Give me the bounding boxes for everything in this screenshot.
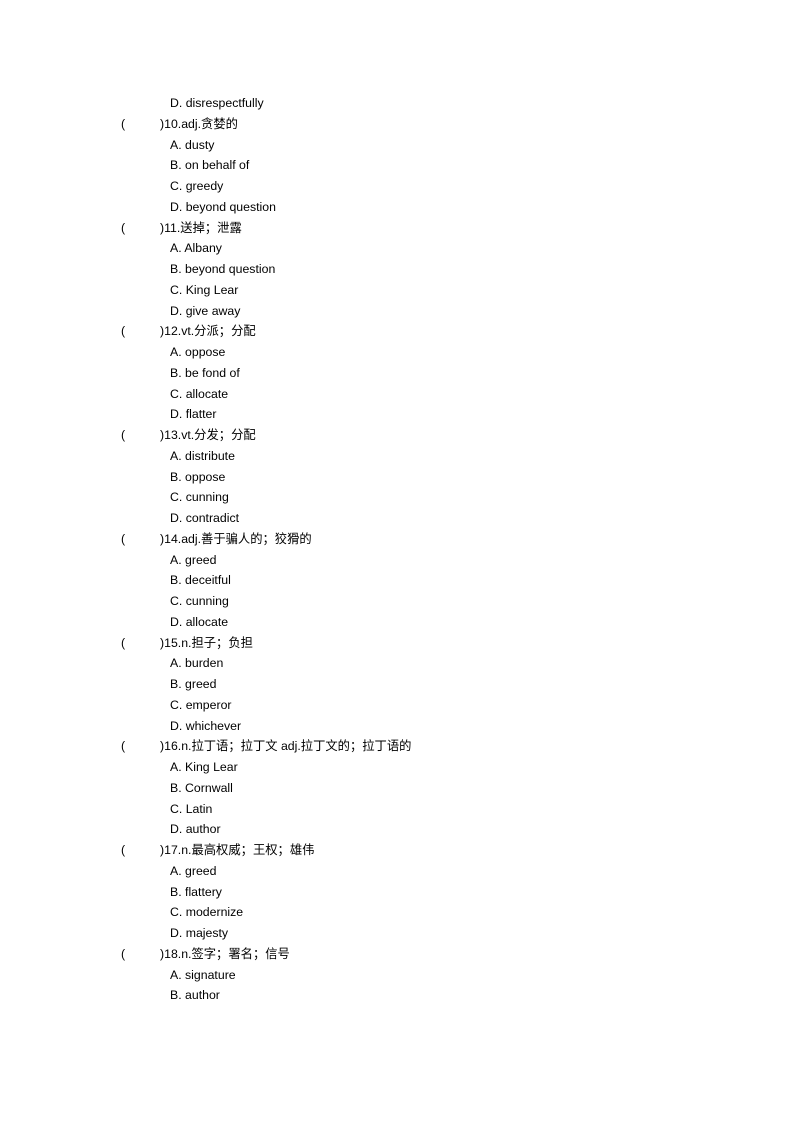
answer-blank-open-paren[interactable]: ( <box>121 944 160 965</box>
answer-blank-open-paren[interactable]: ( <box>121 840 160 861</box>
question-text: 11.送掉；泄露 <box>164 220 242 235</box>
question-stem: ()12.vt.分派；分配 <box>121 321 721 342</box>
answer-option[interactable]: B. on behalf of <box>121 155 721 176</box>
answer-option[interactable]: A. greed <box>121 861 721 882</box>
question-text: 12.vt.分派；分配 <box>164 324 256 339</box>
answer-option[interactable]: C. King Lear <box>121 280 721 301</box>
answer-option[interactable]: C. greedy <box>121 176 721 197</box>
question-text: 13.vt.分发；分配 <box>164 428 256 442</box>
answer-option[interactable]: B. author <box>121 985 721 1006</box>
answer-option[interactable]: B. be fond of <box>121 363 721 384</box>
answer-blank-open-paren[interactable]: ( <box>121 114 160 135</box>
question-list: ()10.adj.贪婪的 A. dusty B. on behalf of C. gr… <box>121 114 721 1006</box>
question-text: 15.n.担子；负担 <box>164 635 253 650</box>
continued-option: D. disrespectfully <box>170 96 264 110</box>
answer-blank-open-paren[interactable]: ( <box>121 529 160 550</box>
answer-option[interactable]: B. flattery <box>121 882 721 903</box>
document-page: D. disrespectfully ()10.adj.贪婪的 A. dusty B… <box>0 0 794 1123</box>
answer-option[interactable]: A. King Lear <box>121 757 721 778</box>
question-text: 18.n.签字；署名；信号 <box>164 946 290 961</box>
answer-blank-open-paren[interactable]: ( <box>121 218 160 239</box>
answer-option[interactable]: B. Cornwall <box>121 778 721 799</box>
answer-option[interactable]: A. Albany <box>121 238 721 259</box>
answer-option[interactable]: D. beyond question <box>121 197 721 218</box>
question-stem: ()15.n.担子；负担 <box>121 633 721 654</box>
answer-option[interactable]: A. signature <box>121 965 721 986</box>
answer-option[interactable]: C. cunning <box>121 487 721 508</box>
answer-option[interactable]: A. dusty <box>121 135 721 156</box>
quiz-content: D. disrespectfully ()10.adj.贪婪的 A. dusty B… <box>121 93 721 1006</box>
answer-option[interactable]: C. Latin <box>121 799 721 820</box>
answer-blank-open-paren[interactable]: ( <box>121 321 160 342</box>
question-stem: ()13.vt.分发；分配 <box>121 425 721 446</box>
answer-option[interactable]: D. allocate <box>121 612 721 633</box>
question-stem: ()14.adj.善于骗人的；狡猾的 <box>121 529 721 550</box>
answer-option[interactable]: B. beyond question <box>121 259 721 280</box>
question-stem: ()11.送掉；泄露 <box>121 218 721 239</box>
answer-option[interactable]: A. distribute <box>121 446 721 467</box>
answer-option[interactable]: D. flatter <box>121 404 721 425</box>
answer-option[interactable]: B. greed <box>121 674 721 695</box>
answer-option[interactable]: D. whichever <box>121 716 721 737</box>
answer-option[interactable]: D. give away <box>121 301 721 322</box>
answer-option[interactable]: B. oppose <box>121 467 721 488</box>
question-stem: ()10.adj.贪婪的 <box>121 114 721 135</box>
answer-option[interactable]: C. cunning <box>121 591 721 612</box>
answer-option[interactable]: C. allocate <box>121 384 721 405</box>
answer-option[interactable]: B. deceitful <box>121 570 721 591</box>
question-text: 10.adj.贪婪的 <box>164 116 238 131</box>
answer-option[interactable]: C. modernize <box>121 902 721 923</box>
question-stem: ()18.n.签字；署名；信号 <box>121 944 721 965</box>
question-text: 16.n.拉丁语；拉丁文 adj.拉丁文的；拉丁语的 <box>164 739 412 754</box>
answer-option[interactable]: D. author <box>121 819 721 840</box>
question-stem: ()17.n.最高权威；王权；雄伟 <box>121 840 721 861</box>
answer-blank-open-paren[interactable]: ( <box>121 736 160 757</box>
answer-option[interactable]: A. oppose <box>121 342 721 363</box>
question-text: 14.adj.善于骗人的；狡猾的 <box>164 531 312 546</box>
answer-option[interactable]: D. contradict <box>121 508 721 529</box>
answer-option[interactable]: C. emperor <box>121 695 721 716</box>
answer-blank-open-paren[interactable]: ( <box>121 425 160 446</box>
question-text: 17.n.最高权威；王权；雄伟 <box>164 843 315 857</box>
answer-option[interactable]: A. greed <box>121 550 721 571</box>
answer-blank-open-paren[interactable]: ( <box>121 633 160 654</box>
answer-option[interactable]: A. burden <box>121 653 721 674</box>
question-stem: ()16.n.拉丁语；拉丁文 adj.拉丁文的；拉丁语的 <box>121 736 721 757</box>
answer-option[interactable]: D. majesty <box>121 923 721 944</box>
